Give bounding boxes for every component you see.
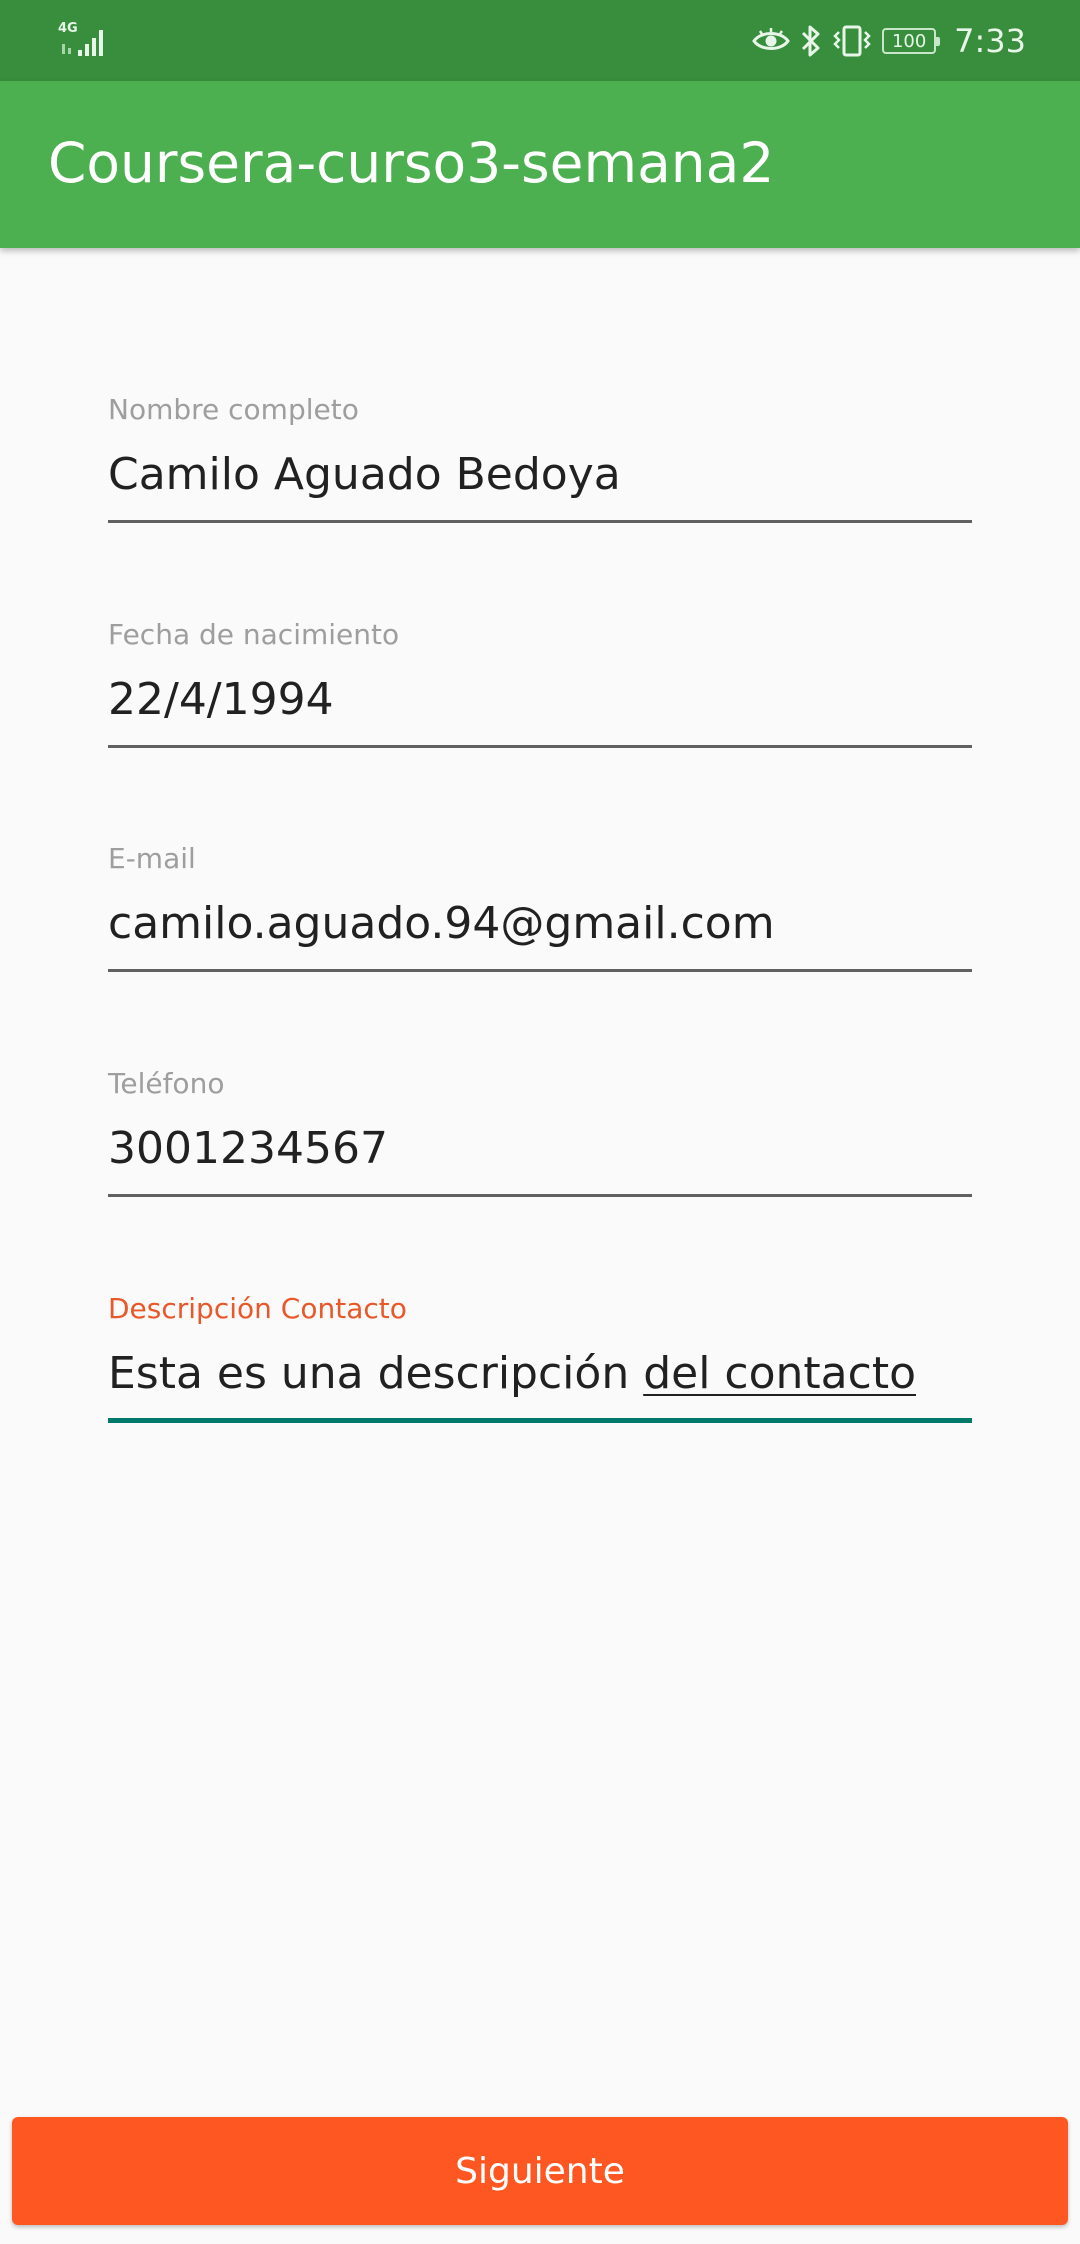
status-bar: 4G 100 7:33 xyxy=(0,0,1080,81)
full-name-underline xyxy=(108,520,972,523)
birth-date-input[interactable]: 22/4/1994 xyxy=(108,666,972,734)
birth-date-label: Fecha de nacimiento xyxy=(108,618,400,651)
description-input[interactable]: Esta es una descripción del contacto xyxy=(108,1340,972,1408)
description-text-start: Esta es una descripción xyxy=(108,1348,644,1399)
email-input[interactable]: camilo.aguado.94@gmail.com xyxy=(108,890,972,958)
birth-date-underline xyxy=(108,745,972,748)
full-name-label: Nombre completo xyxy=(108,393,359,426)
signal-strength-icon xyxy=(62,30,103,56)
battery-icon: 100 xyxy=(882,28,941,54)
phone-input[interactable]: 3001234567 xyxy=(108,1115,972,1183)
phone-underline xyxy=(108,1194,972,1197)
vibrate-icon xyxy=(832,24,872,58)
description-text-composing: del contacto xyxy=(643,1348,916,1399)
bluetooth-icon xyxy=(800,24,822,58)
signal-group: 4G xyxy=(58,22,112,58)
next-button[interactable]: Siguiente xyxy=(12,2117,1068,2225)
status-time: 7:33 xyxy=(954,22,1026,60)
app-bar: Coursera-curso3-semana2 xyxy=(0,81,1080,248)
description-label: Descripción Contacto xyxy=(108,1292,407,1325)
email-field: E-mail camilo.aguado.94@gmail.com xyxy=(108,842,972,974)
email-label: E-mail xyxy=(108,842,196,875)
app-title: Coursera-curso3-semana2 xyxy=(48,131,775,195)
phone-label: Teléfono xyxy=(108,1067,225,1100)
description-field: Descripción Contacto Esta es una descrip… xyxy=(108,1292,972,1426)
full-name-field: Nombre completo Camilo Aguado Bedoya xyxy=(108,393,972,525)
full-name-input[interactable]: Camilo Aguado Bedoya xyxy=(108,441,972,509)
birth-date-field: Fecha de nacimiento 22/4/1994 xyxy=(108,618,972,750)
eye-icon xyxy=(752,26,790,56)
description-underline xyxy=(108,1418,972,1423)
email-underline xyxy=(108,969,972,972)
phone-field: Teléfono 3001234567 xyxy=(108,1067,972,1199)
status-icons: 100 7:33 xyxy=(752,18,1026,64)
